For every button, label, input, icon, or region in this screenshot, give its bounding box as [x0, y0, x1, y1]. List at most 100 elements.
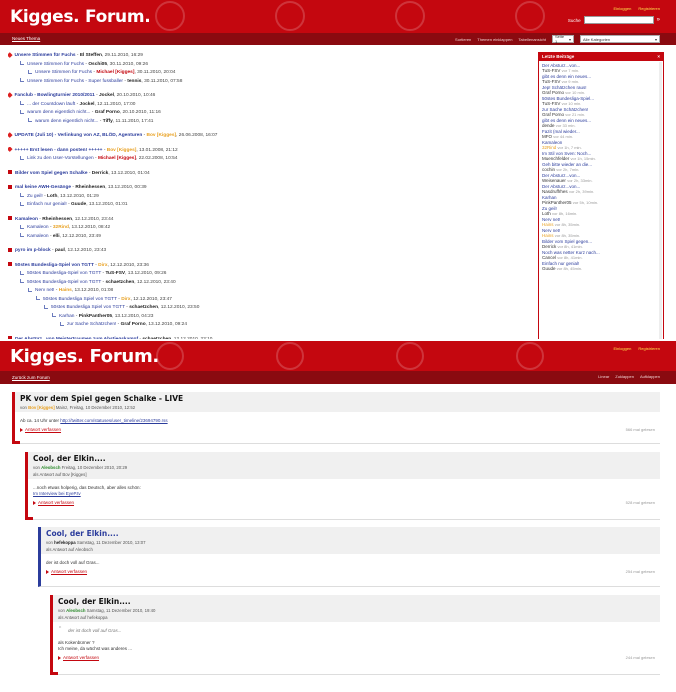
thread-author[interactable]: Rheinhessen: [75, 185, 105, 190]
thread-title[interactable]: warum denn eigentlich nicht...: [35, 119, 98, 124]
sidebar-scrollbar[interactable]: [659, 62, 662, 340]
latest-post-item[interactable]: Der Absturz...von... Weisenauer vor 2h, 3…: [542, 173, 660, 184]
thread-title[interactable]: Einfach nur genial!: [27, 202, 67, 207]
reply-row[interactable]: Karhan - PinkPanther05, 13.12.2010, 04:2…: [8, 313, 533, 322]
thread-row[interactable]: +++++ Erst lesen - dann posten! +++++ - …: [8, 146, 533, 156]
thread-title[interactable]: Kamaleon: [15, 217, 38, 222]
thread-author[interactable]: Loth: [47, 194, 57, 199]
post-author[interactable]: Bov [Kigges]: [28, 405, 55, 410]
thread-title[interactable]: 50stes Bundesliga-Spiel von TGTT: [15, 263, 94, 268]
reply-row[interactable]: 50stes Bundesliga-Spiel von TGTT - TuS-F…: [8, 270, 533, 279]
thread-author[interactable]: Michael [Kigges]: [96, 70, 134, 75]
reply-row[interactable]: warum denn eigentlich nicht... - Graf Po…: [8, 109, 533, 118]
reply-link[interactable]: Antwort verfassen: [33, 500, 74, 505]
thread-title[interactable]: Unsere Stimmen für Fuchs: [27, 62, 84, 67]
thread-title[interactable]: +++++ Erst lesen - dann posten! +++++: [15, 148, 103, 153]
reply-row[interactable]: 50stes Bundesliga Spiel von TGTT - schae…: [8, 304, 533, 313]
back-to-forum-link[interactable]: Zurück zum Forum: [12, 375, 50, 380]
register-link[interactable]: Registrieren: [638, 6, 660, 11]
collapse-link[interactable]: Aufklappen: [640, 374, 660, 379]
thread-author[interactable]: schaetzchen: [105, 280, 134, 285]
thread-author[interactable]: Bov [Kigges]: [147, 133, 177, 138]
thread-row[interactable]: Unsere Stimmen für Fuchs - El Steffen, 2…: [8, 52, 533, 61]
latest-post-author[interactable]: Graf Porno: [542, 112, 564, 117]
latest-post-author[interactable]: Weisenauer: [542, 178, 566, 183]
reply-row[interactable]: Nerv net! - Hains, 13.12.2010, 01:08: [8, 287, 533, 296]
thread-row[interactable]: Fanclub - Bowlingturnier 2010/2011 - Joc…: [8, 92, 533, 101]
thread-title[interactable]: Unsere Stimmen für Fuchs: [15, 53, 76, 58]
reply-to-name[interactable]: Bov [Kigges]: [62, 472, 86, 477]
latest-post-author[interactable]: Guude: [542, 266, 556, 271]
thread-title[interactable]: 50stes Bundesliga Spiel von TGTT: [43, 297, 117, 302]
reply-row[interactable]: Zu geil! - Loth, 13.12.2010, 01:29: [8, 193, 533, 202]
thread-row[interactable]: Bilder vom Spiel gegen Schalke - Derrick…: [8, 170, 533, 179]
reply-link[interactable]: Antwort verfassen: [20, 427, 61, 432]
post-link[interactable]: http://twitter.com/statuses/user_timelin…: [60, 418, 167, 423]
thread-author[interactable]: Bov [Kigges]: [107, 148, 137, 153]
reply-to-name[interactable]: hefekoppa: [87, 615, 107, 620]
thread-author[interactable]: Jockel: [80, 102, 95, 107]
post-link[interactable]: Im Interview bei EyeP.tv: [33, 491, 655, 497]
thread-author[interactable]: TuS-FSV: [105, 271, 125, 276]
thread-title[interactable]: Kamaleon: [27, 234, 49, 239]
reply-row[interactable]: warum denn eigentlich nicht... - Tiffy, …: [8, 118, 533, 127]
category-select[interactable]: Alle Kategorien ▾: [580, 35, 660, 43]
thread-title[interactable]: Zu geil!: [27, 194, 43, 199]
latest-post-item[interactable]: 50stes Bundesliga-Spiel... TuS-FSV vor 10…: [542, 96, 660, 107]
thread-title[interactable]: Link zu den User-Vorstellungen: [27, 156, 94, 161]
latest-post-author[interactable]: Derrick: [542, 244, 556, 249]
latest-post-item[interactable]: Nerv net! Hains vor 8h, 35min.: [542, 217, 660, 228]
thread-author[interactable]: Hains: [59, 288, 72, 293]
reply-link[interactable]: Antwort verfassen: [58, 655, 99, 660]
latest-post-item[interactable]: Kamaleon 32Rind vor 1h, 7 min.: [542, 140, 660, 151]
thread-author[interactable]: Oschi05: [88, 62, 107, 67]
latest-post-item[interactable]: Einfach nur genial! Guude vor 8h, 45min.: [542, 261, 660, 272]
thread-row[interactable]: pyro im p-block - paul, 12.12.2010, 23:4…: [8, 247, 533, 256]
thread-title[interactable]: Fanclub - Bowlingturnier 2010/2011: [15, 93, 95, 98]
thread-title[interactable]: Unsere Stimmen für Fuchs - Super fussbal…: [27, 79, 123, 84]
reply-row[interactable]: Unsere Stimmen für Fuchs - Michael [Kigg…: [8, 69, 533, 78]
latest-post-item[interactable]: zur Sache Schätzchen! Graf Porno vor 21 m…: [542, 107, 660, 118]
latest-post-author[interactable]: Graf Porno: [542, 90, 564, 95]
latest-post-item[interactable]: Nerv net! Hains vor 8h, 35min.: [542, 228, 660, 239]
thread-title[interactable]: UPDATE (Juli 10) - Verlinkung von AZ, BL…: [15, 133, 143, 138]
latest-post-author[interactable]: MFO: [542, 134, 552, 139]
thread-author[interactable]: PinkPanther05: [79, 314, 112, 319]
reply-row[interactable]: Unsere Stimmen für Fuchs - Super fussbal…: [8, 78, 533, 87]
reply-row[interactable]: Kamaleon - 32Rind, 13.12.2010, 08:42: [8, 224, 533, 233]
thread-author[interactable]: paul: [55, 248, 65, 253]
latest-post-author[interactable]: PinkPanther05: [542, 200, 572, 205]
thread-author[interactable]: tennis: [127, 79, 141, 84]
thread-author[interactable]: Jockel: [99, 93, 114, 98]
close-icon[interactable]: ×: [657, 53, 660, 61]
thread-title[interactable]: mal keine AWH-Gesänge: [15, 185, 71, 190]
thread-title[interactable]: zur Sache Schätzchen!: [67, 322, 116, 327]
thread-author[interactable]: El Steffen: [80, 53, 102, 58]
collapse-threads-link[interactable]: Themen einklappen: [477, 37, 512, 42]
forum-logo[interactable]: Kigges. Forum.: [10, 7, 151, 27]
sort-link[interactable]: Sortieren: [455, 37, 471, 42]
thread-row[interactable]: mal keine AWH-Gesänge - Rheinhessen, 13.…: [8, 184, 533, 193]
reply-row[interactable]: Einfach nur genial! - Guude, 13.12.2010,…: [8, 201, 533, 210]
thread-title[interactable]: Nerv net!: [35, 288, 54, 293]
thread-author[interactable]: Rheinhessen: [42, 217, 72, 222]
latest-post-author[interactable]: Cancel: [542, 255, 556, 260]
thread-author[interactable]: Michael [Kigges]: [98, 156, 136, 161]
table-view-link[interactable]: Tabellenansicht: [518, 37, 546, 42]
thread-author[interactable]: schaetzchen: [129, 305, 158, 310]
thread-title[interactable]: Bilder vom Spiel gegen Schalke: [15, 171, 88, 176]
thread-author[interactable]: Dirx: [98, 263, 107, 268]
latest-post-author[interactable]: cochin: [542, 167, 555, 172]
page-select[interactable]: Seite 1 ▾: [552, 34, 574, 44]
thread-title[interactable]: 50stes Bundesliga-Spiel von TGTT: [27, 271, 101, 276]
latest-post-item[interactable]: Noch was netter Kurz nach... Cancel vor 8…: [542, 250, 660, 261]
latest-post-author[interactable]: TuS-FSV: [542, 68, 560, 73]
thread-author[interactable]: Graf Porno: [95, 110, 120, 115]
forum-logo[interactable]: Kigges. Forum.: [10, 346, 159, 367]
post-author[interactable]: hefekoppa: [54, 540, 76, 545]
reply-row[interactable]: 50stes Bundesliga Spiel von TGTT - Dirx,…: [8, 296, 533, 305]
thread-title[interactable]: pyro im p-block: [15, 248, 51, 253]
post-author[interactable]: Aleobsch: [66, 608, 85, 613]
reply-row[interactable]: zur Sache Schätzchen! - Graf Porno, 13.1…: [8, 321, 533, 330]
linear-view-link[interactable]: Linear: [598, 374, 609, 379]
